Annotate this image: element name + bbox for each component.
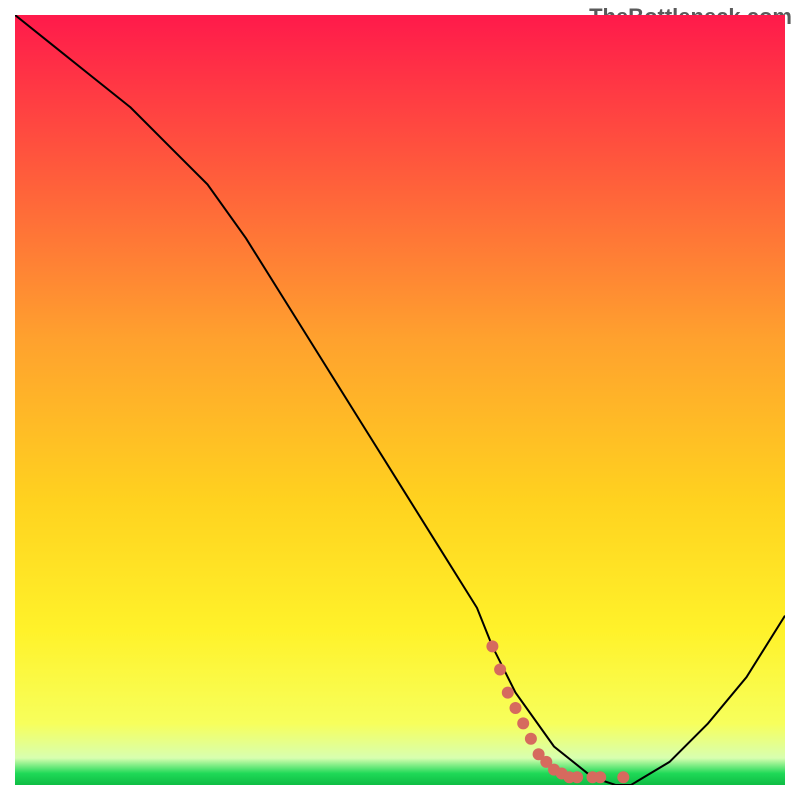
marker-dot bbox=[571, 771, 583, 783]
marker-dot bbox=[502, 687, 514, 699]
chart-svg bbox=[15, 15, 785, 785]
gradient-bg bbox=[15, 15, 785, 785]
marker-dot bbox=[594, 771, 606, 783]
chart-container: TheBottleneck.com bbox=[0, 0, 800, 800]
marker-dot bbox=[517, 717, 529, 729]
marker-dot bbox=[617, 771, 629, 783]
marker-dot bbox=[510, 702, 522, 714]
marker-dot bbox=[494, 664, 506, 676]
marker-dot bbox=[486, 640, 498, 652]
marker-dot bbox=[525, 733, 537, 745]
